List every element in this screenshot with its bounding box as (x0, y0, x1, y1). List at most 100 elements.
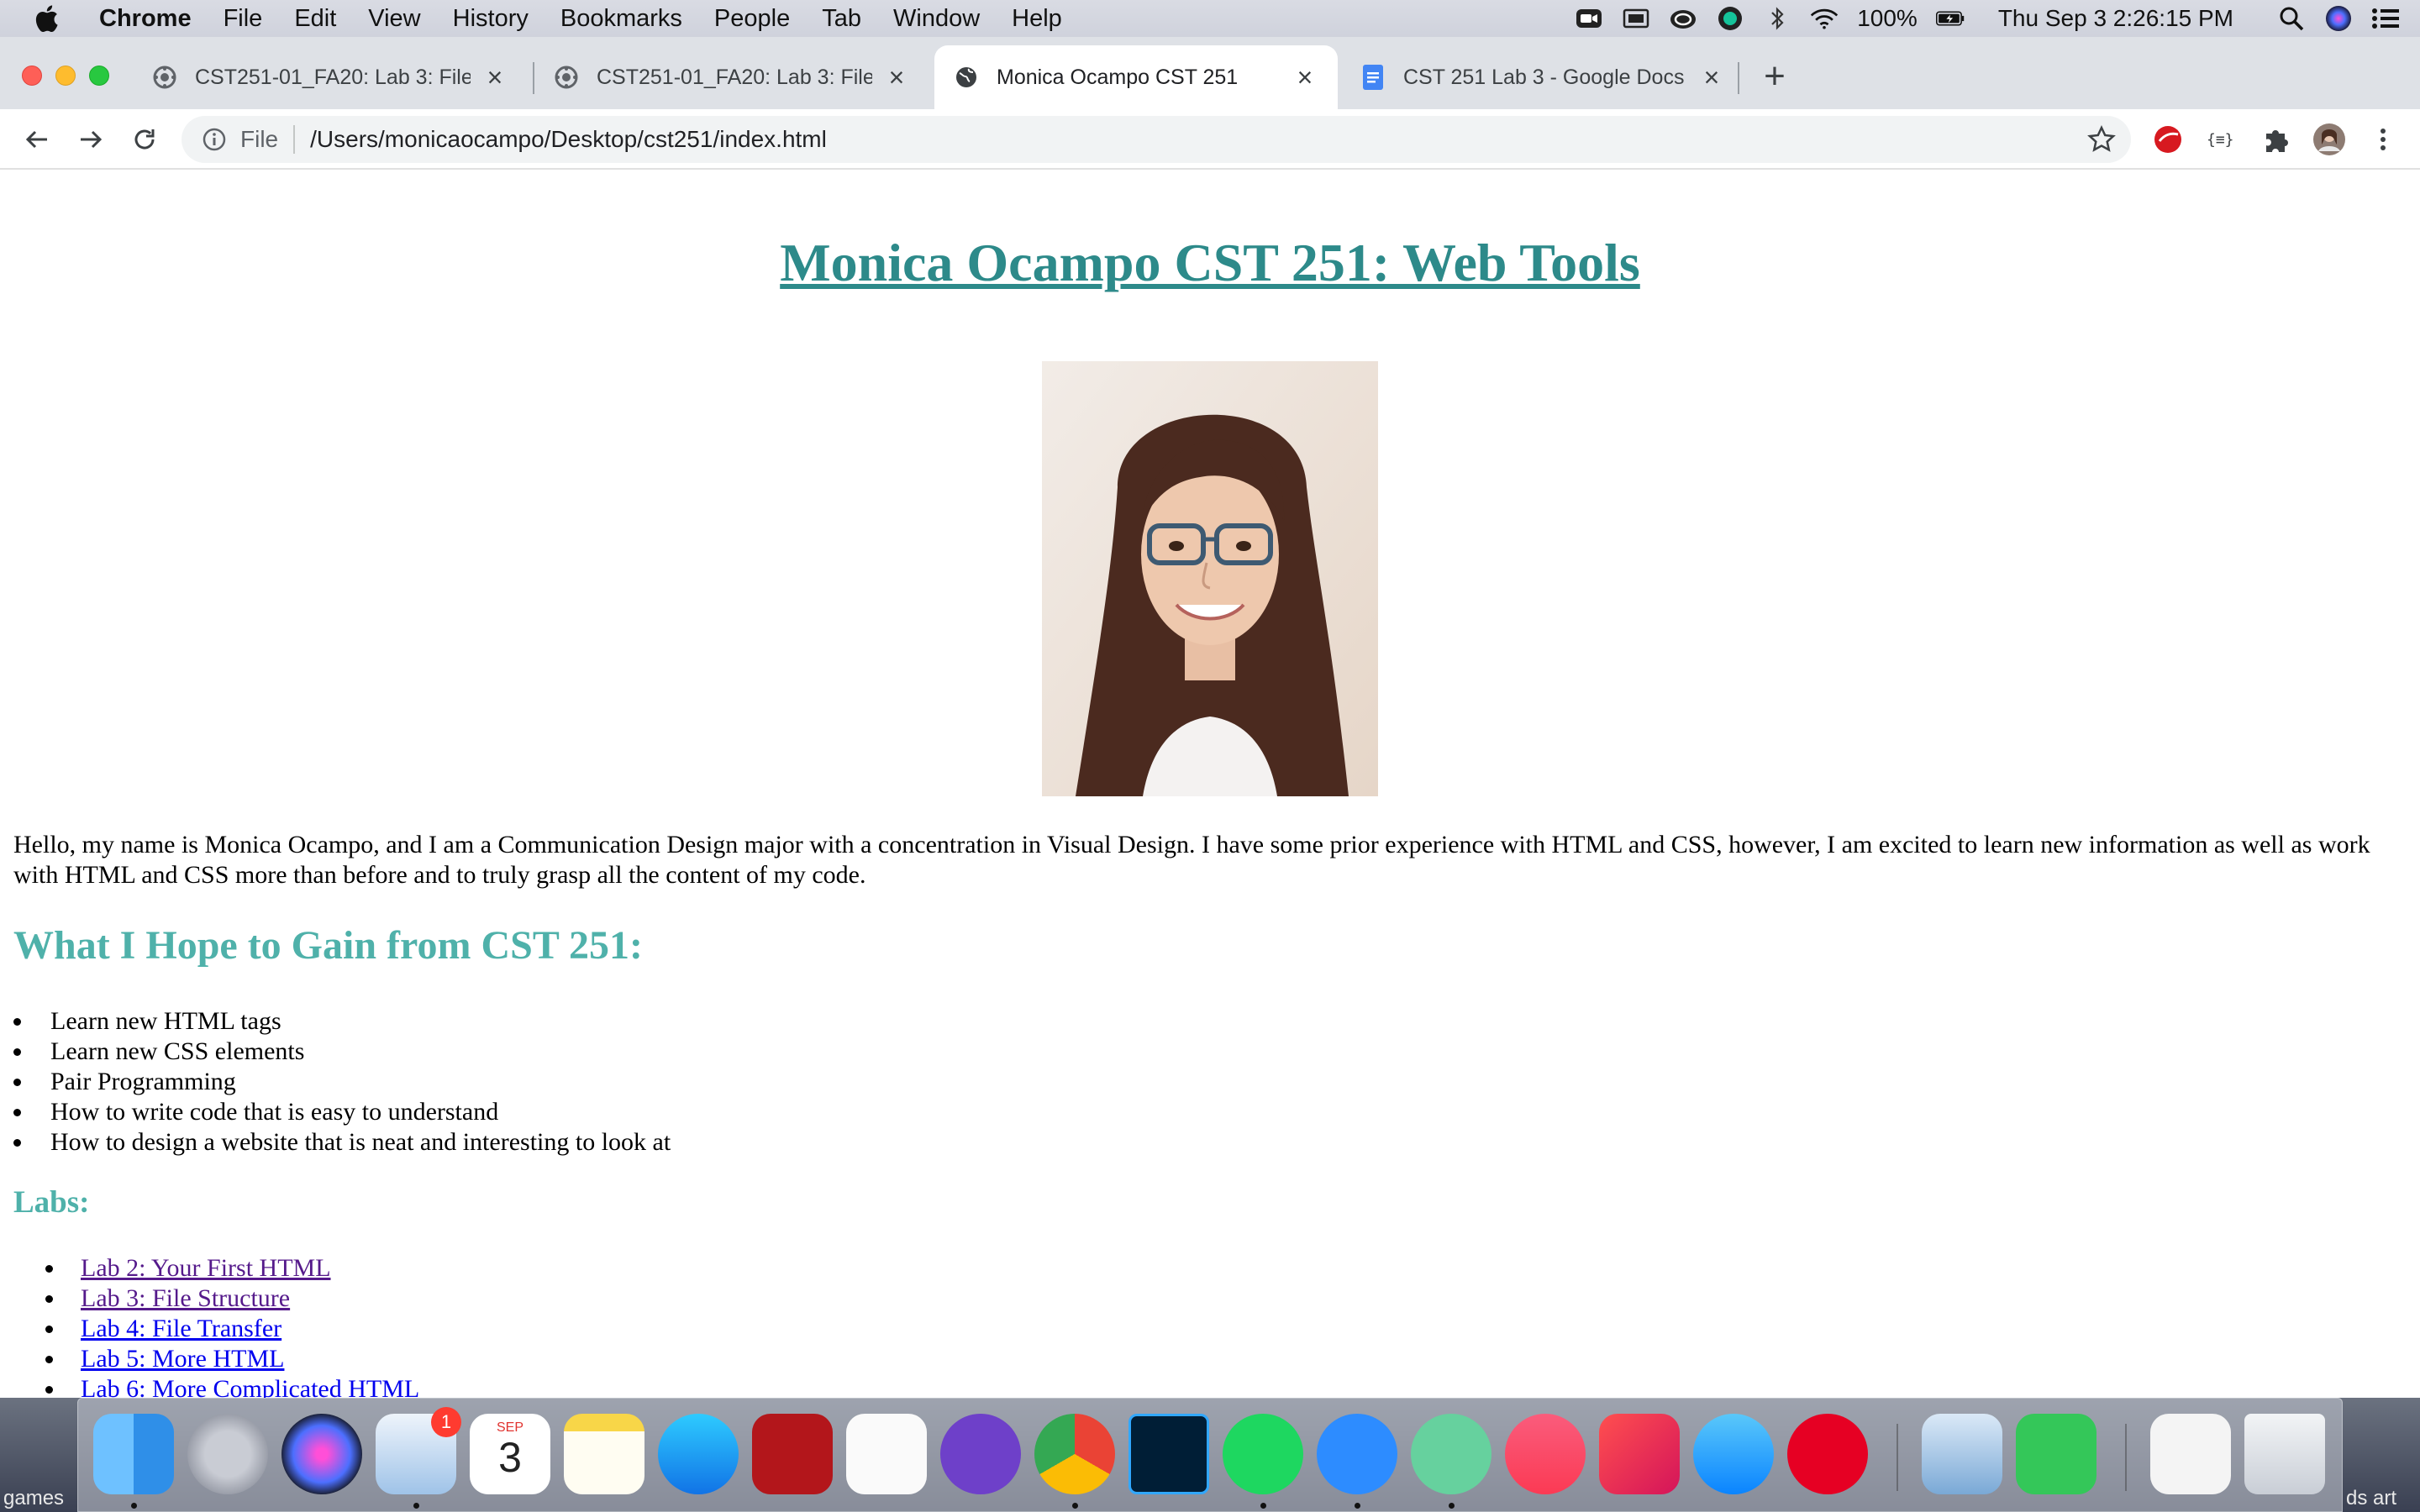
tab-canvas-lab3-1[interactable]: CST251-01_FA20: Lab 3: File S × (133, 45, 528, 109)
page-title[interactable]: Monica Ocampo CST 251: Web Tools (0, 232, 2420, 294)
lab-6-link[interactable]: Lab 6: More Complicated HTML (81, 1375, 419, 1398)
google-chrome-icon[interactable] (1034, 1414, 1115, 1494)
filezilla-icon[interactable] (752, 1414, 833, 1494)
finder-icon[interactable] (93, 1414, 174, 1494)
notes-icon[interactable] (564, 1414, 644, 1494)
messages-icon[interactable] (1693, 1414, 1774, 1494)
menu-bookmarks[interactable]: Bookmarks (544, 5, 698, 33)
globe-icon (955, 66, 978, 89)
photoshop-icon[interactable] (1128, 1414, 1209, 1494)
menu-tab[interactable]: Tab (806, 5, 877, 33)
list-item: Pair Programming (13, 1067, 671, 1097)
notification-center-icon[interactable] (2371, 6, 2400, 31)
running-indicator (131, 1503, 137, 1509)
reload-button[interactable] (128, 123, 161, 156)
tab-canvas-lab3-2[interactable]: CST251-01_FA20: Lab 3: File S × (534, 45, 929, 109)
window-fullscreen-button[interactable] (89, 66, 109, 86)
window-close-button[interactable] (22, 66, 42, 86)
window-minimize-button[interactable] (55, 66, 76, 86)
apple-logo-icon[interactable] (34, 4, 59, 33)
page-content: Monica Ocampo CST 251: Web Tools Hello, … (0, 171, 2420, 1398)
tab-close-icon[interactable]: × (884, 64, 909, 91)
extensions-puzzle-icon[interactable] (2259, 123, 2292, 156)
music-icon[interactable] (1505, 1414, 1586, 1494)
menu-help[interactable]: Help (996, 5, 1078, 33)
goals-heading: What I Hope to Gain from CST 251: (13, 923, 643, 968)
spotify-icon[interactable] (1223, 1414, 1303, 1494)
json-viewer-extension-icon[interactable]: {≡} (2205, 123, 2238, 156)
zoom-icon[interactable] (1317, 1414, 1397, 1494)
tab-close-icon[interactable]: × (1292, 64, 1318, 91)
bluetooth-icon[interactable] (1763, 6, 1791, 31)
lab-3-link[interactable]: Lab 3: File Structure (81, 1284, 290, 1312)
facetime-icon[interactable] (2016, 1414, 2096, 1494)
tab-monica-ocampo-cst251[interactable]: Monica Ocampo CST 251 × (934, 45, 1338, 109)
goals-list: Learn new HTML tags Learn new CSS elemen… (13, 1006, 671, 1158)
list-item: Learn new CSS elements (13, 1037, 671, 1067)
tab-title: CST251-01_FA20: Lab 3: File S (195, 65, 471, 89)
creative-cloud-icon[interactable] (1599, 1414, 1680, 1494)
trash-icon[interactable] (2244, 1414, 2325, 1494)
menu-app-chrome[interactable]: Chrome (89, 5, 208, 33)
desktop-folder-label-games[interactable]: games (3, 1487, 64, 1510)
preview-icon[interactable] (1922, 1414, 2002, 1494)
launchpad-icon[interactable] (187, 1414, 268, 1494)
chrome-menu-icon[interactable] (2366, 123, 2400, 156)
list-item: Lab 2: Your First HTML (45, 1253, 419, 1284)
site-info-icon[interactable] (202, 127, 227, 152)
url-scheme-label: File (240, 126, 279, 152)
atom-icon[interactable] (1411, 1414, 1491, 1494)
pinterest-icon[interactable] (1787, 1414, 1868, 1494)
tab-strip: CST251-01_FA20: Lab 3: File S × CST251-0… (0, 37, 2420, 109)
siri-icon[interactable] (2324, 6, 2353, 31)
creative-cloud-tray-icon[interactable] (1669, 6, 1697, 31)
notability-icon[interactable] (846, 1414, 927, 1494)
trend-micro-extension-icon[interactable] (2151, 123, 2185, 156)
menu-history[interactable]: History (437, 5, 544, 33)
lab-5-link[interactable]: Lab 5: More HTML (81, 1345, 284, 1373)
mail-unread-badge: 1 (431, 1407, 461, 1437)
zoom-tray-icon[interactable] (1575, 6, 1603, 31)
downloads-stack-icon[interactable] (2150, 1414, 2231, 1494)
url-text[interactable]: /Users/monicaocampo/Desktop/cst251/index… (310, 126, 2087, 153)
menu-file[interactable]: File (208, 5, 279, 33)
tab-close-icon[interactable]: × (482, 64, 508, 91)
intro-paragraph: Hello, my name is Monica Ocampo, and I a… (13, 831, 2370, 889)
spotlight-search-icon[interactable] (2277, 6, 2306, 31)
calendar-icon[interactable]: SEP 3 (470, 1414, 550, 1494)
tab-close-icon[interactable]: × (1699, 64, 1724, 91)
desktop-folder-label-art[interactable]: ds art (2346, 1487, 2396, 1510)
wifi-icon[interactable] (1810, 6, 1839, 31)
menu-people[interactable]: People (698, 5, 806, 33)
bookmark-star-icon[interactable] (2087, 125, 2116, 154)
macos-dock: 1 SEP 3 (77, 1398, 2343, 1512)
new-tab-button[interactable]: + (1758, 58, 1791, 95)
address-bar[interactable]: File /Users/monicaocampo/Desktop/cst251/… (182, 116, 2131, 163)
running-indicator (1449, 1503, 1455, 1509)
mail-icon[interactable]: 1 (376, 1407, 461, 1494)
tab-google-docs-lab3[interactable]: CST 251 Lab 3 - Google Docs × (1341, 45, 1744, 109)
list-item: Lab 6: More Complicated HTML (45, 1374, 419, 1398)
forward-button[interactable] (74, 123, 108, 156)
menu-window[interactable]: Window (877, 5, 996, 33)
profile-avatar[interactable] (2312, 123, 2346, 156)
browser-toolbar: File /Users/monicaocampo/Desktop/cst251/… (0, 109, 2420, 170)
calendar-day: 3 (498, 1434, 522, 1481)
app-store-icon[interactable] (658, 1414, 739, 1494)
lab-2-link[interactable]: Lab 2: Your First HTML (81, 1254, 331, 1282)
screen-mirror-icon[interactable] (1622, 6, 1650, 31)
list-item: Lab 4: File Transfer (45, 1314, 419, 1344)
github-desktop-icon[interactable] (940, 1414, 1021, 1494)
tab-title: CST251-01_FA20: Lab 3: File S (597, 65, 872, 89)
lab-4-link[interactable]: Lab 4: File Transfer (81, 1315, 281, 1342)
running-indicator (1355, 1503, 1360, 1509)
list-item: Lab 5: More HTML (45, 1344, 419, 1374)
tab-title: CST 251 Lab 3 - Google Docs (1403, 65, 1685, 89)
battery-charging-icon[interactable] (1935, 6, 1965, 31)
menu-clock[interactable]: Thu Sep 3 2:26:15 PM (1998, 5, 2233, 32)
back-button[interactable] (20, 123, 54, 156)
grammarly-tray-icon[interactable] (1716, 6, 1744, 31)
menu-view[interactable]: View (352, 5, 436, 33)
siri-app-icon[interactable] (281, 1414, 362, 1494)
menu-edit[interactable]: Edit (278, 5, 352, 33)
